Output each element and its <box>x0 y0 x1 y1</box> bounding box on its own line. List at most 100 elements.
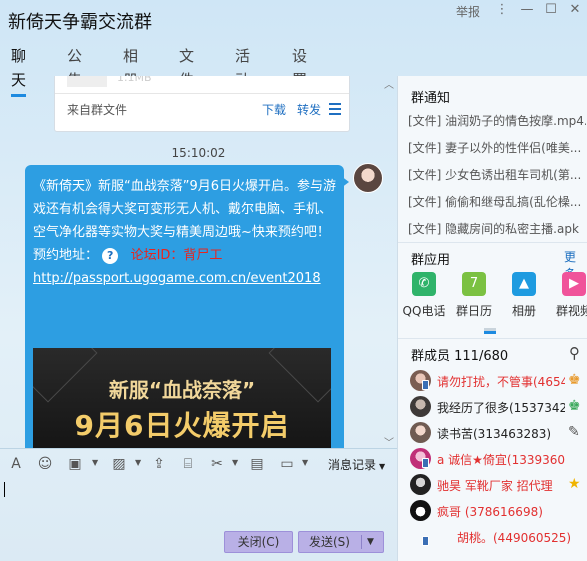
member-item[interactable]: 我经历了很多(15373428 ♚ <box>410 396 587 420</box>
event-banner-image[interactable]: 新服“血战奈落” 9月6日火爆开启 <box>33 348 331 448</box>
app-label: 相册 <box>511 304 536 318</box>
image-icon[interactable]: ▨ <box>110 456 128 472</box>
app-group-video[interactable]: ▶ 群视频 <box>552 272 587 319</box>
upload-icon[interactable]: ⇪ <box>150 456 168 472</box>
avatar <box>410 422 431 443</box>
mobile-icon <box>422 536 429 546</box>
group-side-panel: 群通知 [文件] 油润奶子的情色按摩.mp4... [文件] 妻子以外的性伴侣(… <box>397 76 587 561</box>
message-bubble[interactable]: 《新倚天》新服“血战奈落”9月6日火爆开启。参与游戏还有机会得大奖可变形无人机、… <box>25 165 344 448</box>
member-name: 胡桃。(449060525) <box>457 531 572 545</box>
chevron-down-icon[interactable]: ﹀ <box>384 434 394 448</box>
event-link[interactable]: http://passport.ugogame.com.cn/event2018 <box>33 271 321 286</box>
app-qq-phone[interactable]: ✆ QQ电话 <box>402 272 446 319</box>
banner-headline: 新服“血战奈落” <box>108 378 256 402</box>
message-text: 《新倚天》新服“血战奈落”9月6日火爆开启。参与游戏还有机会得大奖可变形无人机、… <box>33 175 339 290</box>
minimize-icon[interactable]: — <box>517 1 537 19</box>
avatar <box>410 474 431 495</box>
title-bar: 新倚天争霸交流群 举报 ⋮ — ☐ ✕ <box>0 0 587 40</box>
divider <box>55 93 349 94</box>
chevron-down-icon[interactable]: ▼ <box>367 532 374 552</box>
qq-group-chat-window: 新倚天争霸交流群 举报 ⋮ — ☐ ✕ 聊天 公告 相册 文件 活动 设置▼ 1… <box>0 0 587 561</box>
divider <box>398 338 587 339</box>
chevron-down-icon[interactable]: ▼ <box>135 458 141 467</box>
admin-icon: ♚ <box>568 398 581 414</box>
divider <box>361 535 362 549</box>
member-item[interactable]: 请勿打扰，不管事(4654 ♚ <box>410 370 587 394</box>
member-name: 读书苦(313463283) <box>437 427 552 441</box>
member-item[interactable]: a 诚信★倚宜(133936001) <box>410 448 587 472</box>
history-label: 消息记录 <box>328 458 377 472</box>
member-item[interactable]: 驰昊 军靴厂家 招代理 ★ <box>410 474 587 498</box>
question-icon: ? <box>102 248 119 264</box>
app-label: QQ电话 <box>402 304 446 318</box>
app-album[interactable]: ▲ 相册 <box>502 272 546 319</box>
member-item[interactable]: 疯哥 (378616698) <box>410 500 587 524</box>
send-label: 发送(S) <box>309 535 350 549</box>
edit-icon: ✎ <box>568 424 580 440</box>
sender-avatar[interactable] <box>353 163 383 193</box>
banner-date: 9月6日火爆开启 <box>74 409 290 442</box>
document-icon[interactable]: ▤ <box>248 456 266 472</box>
member-item[interactable]: 读书苦(313463283) ✎ <box>410 422 587 446</box>
members-title: 群成员 111/680 <box>411 349 509 364</box>
notice-item[interactable]: [文件] 少女色诱出租车司机(第... <box>408 166 586 183</box>
maximize-icon[interactable]: ☐ <box>541 1 561 19</box>
app-label: 群日历 <box>455 304 492 318</box>
calendar-icon: 7 <box>462 272 486 296</box>
page-dot <box>484 331 496 334</box>
notice-item[interactable]: [文件] 偷偷和继母乱搞(乱伦橾... <box>408 193 586 210</box>
close-icon[interactable]: ✕ <box>565 1 585 19</box>
star-icon: ★ <box>568 476 581 492</box>
chevron-down-icon: ▼ <box>379 462 386 471</box>
download-link[interactable]: 下载 <box>262 101 286 118</box>
file-source-label: 来自群文件 <box>67 103 128 117</box>
mobile-icon <box>422 380 429 390</box>
file-size: 1.1MB <box>117 76 152 84</box>
emoji-icon[interactable]: ☺ <box>36 456 54 472</box>
hamburger-menu-icon[interactable] <box>329 103 341 118</box>
chevron-down-icon[interactable]: ▼ <box>92 458 98 467</box>
notice-item[interactable]: [文件] 油润奶子的情色按摩.mp4... <box>408 112 586 129</box>
notice-title: 群通知 <box>411 91 451 106</box>
video-icon: ▶ <box>562 272 586 296</box>
more-menu-icon[interactable]: ⋮ <box>492 1 512 19</box>
search-icon[interactable]: ⚲ <box>569 344 580 362</box>
font-icon[interactable]: A <box>7 456 25 472</box>
chat-message-area[interactable]: 1.1MB 来自群文件 下载 转发 15:10:02 《新倚天》新服“血战奈落”… <box>0 76 397 448</box>
member-name: 疯哥 (378616698) <box>437 505 543 519</box>
avatar <box>410 396 431 417</box>
message-timestamp: 15:10:02 <box>171 146 226 160</box>
chevron-down-icon[interactable]: ▼ <box>302 458 308 467</box>
screen-share-icon[interactable]: ▭ <box>278 456 296 472</box>
photo-icon: ▲ <box>512 272 536 296</box>
message-input[interactable] <box>0 478 397 528</box>
member-name: 我经历了很多(15373428 <box>437 401 565 415</box>
apps-page-indicator <box>484 328 512 334</box>
file-thumbnail <box>67 76 107 87</box>
member-name: a 诚信★倚宜(133936001) <box>437 453 565 467</box>
phone-icon: ✆ <box>412 272 436 296</box>
file-message-card[interactable]: 1.1MB 来自群文件 下载 转发 <box>54 76 350 132</box>
send-button[interactable]: 发送(S) ▼ <box>298 531 384 553</box>
input-toolbar: A ☺ ▣ ▼ ▨ ▼ ⇪ ⌸ ✂ ▼ ▤ ▭ ▼ 消息记录 ▼ <box>0 448 397 478</box>
gift-box-icon[interactable]: ▣ <box>66 456 84 472</box>
notice-item[interactable]: [文件] 隐藏房间的私密主播.apk <box>408 220 586 237</box>
forum-id-text: 论坛ID：背尸工 <box>130 248 223 263</box>
mobile-icon <box>422 458 429 468</box>
avatar <box>410 500 431 521</box>
red-packet-icon[interactable]: ⌸ <box>179 456 197 472</box>
text-cursor <box>4 482 5 497</box>
close-button[interactable]: 关闭(C) <box>224 531 293 553</box>
member-name: 请勿打扰，不管事(4654 <box>437 375 565 389</box>
member-item[interactable]: 胡桃。(449060525) <box>410 526 587 550</box>
chevron-up-icon[interactable]: ︿ <box>384 76 394 91</box>
admin-icon: ♚ <box>568 372 581 388</box>
message-history-button[interactable]: 消息记录 ▼ <box>328 456 385 473</box>
chevron-down-icon[interactable]: ▼ <box>232 458 238 467</box>
notice-item[interactable]: [文件] 妻子以外的性伴侣(唯美... <box>408 139 586 156</box>
report-link[interactable]: 举报 <box>456 3 480 20</box>
forward-link[interactable]: 转发 <box>297 101 321 118</box>
group-title: 新倚天争霸交流群 <box>8 12 152 33</box>
screenshot-scissors-icon[interactable]: ✂ <box>208 456 226 472</box>
app-group-calendar[interactable]: 7 群日历 <box>452 272 496 319</box>
